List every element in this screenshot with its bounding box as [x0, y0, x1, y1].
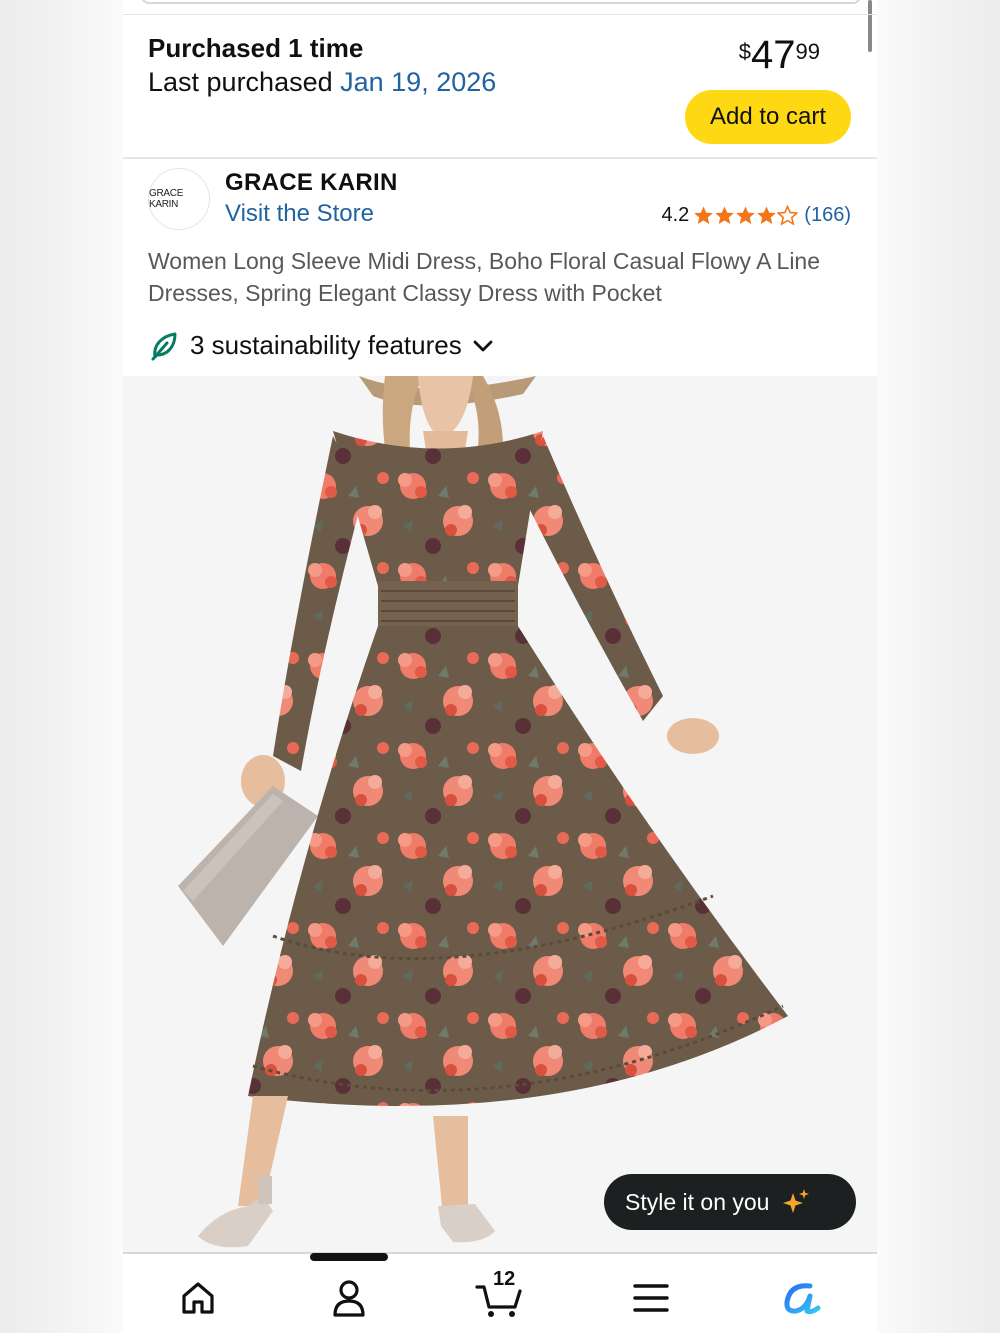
menu-icon [633, 1284, 669, 1312]
sustainability-features-toggle[interactable]: 3 sustainability features [150, 330, 494, 361]
product-title: Women Long Sleeve Midi Dress, Boho Flora… [148, 248, 821, 306]
last-purchased-date[interactable]: Jan 19, 2026 [340, 67, 496, 97]
leaf-icon [151, 332, 177, 360]
purchase-history-section: Purchased 1 time Last purchased Jan 19, … [123, 14, 877, 159]
previous-card-edge [141, 0, 861, 4]
brand-name: GRACE KARIN [225, 169, 398, 196]
chevron-down-icon [473, 340, 493, 351]
last-purchased-text: Last purchased Jan 19, 2026 [148, 67, 496, 98]
star-empty-icon [777, 205, 799, 226]
style-it-on-you-label: Style it on you [625, 1188, 770, 1215]
visit-store-link[interactable]: Visit the Store [225, 200, 374, 228]
star-filled-icon [736, 206, 756, 224]
cart-count-badge: 12 [493, 1268, 516, 1290]
rating-summary[interactable]: 4.2 (166) [661, 204, 851, 227]
rufus-icon [784, 1283, 821, 1315]
account-icon [333, 1280, 365, 1317]
home-icon [182, 1282, 214, 1314]
price-symbol: $ [738, 39, 752, 64]
add-to-cart-button[interactable]: Add to cart [685, 90, 851, 144]
rating-stars [693, 205, 799, 226]
price-fraction: 99 [795, 39, 820, 64]
rating-count[interactable]: (166) [804, 204, 851, 227]
product-image[interactable] [123, 376, 877, 1252]
nav-account[interactable] [325, 1274, 373, 1322]
rating-value: 4.2 [661, 204, 690, 226]
nav-menu[interactable] [627, 1274, 675, 1322]
nav-home[interactable] [174, 1274, 222, 1322]
star-filled-icon [694, 206, 714, 224]
product-photo [178, 376, 788, 1248]
sparkle-icon [783, 1189, 810, 1213]
price-whole: 47 [751, 33, 796, 77]
star-filled-icon [757, 206, 777, 224]
purchased-count-text: Purchased 1 time [148, 33, 364, 63]
nav-rufus[interactable] [777, 1274, 825, 1322]
last-purchased-label: Last purchased [148, 67, 341, 97]
home-indicator [310, 1253, 388, 1261]
app-screen: Purchased 1 time Last purchased Jan 19, … [123, 0, 877, 1333]
bottom-navigation [123, 1252, 877, 1333]
brand-logo[interactable]: GRACE KARIN [148, 168, 210, 230]
sustainability-label: 3 sustainability features [190, 330, 462, 360]
style-it-on-you-button[interactable]: Style it on you [604, 1174, 856, 1230]
price: $ 47 99 [739, 33, 820, 77]
star-filled-icon [715, 206, 735, 224]
